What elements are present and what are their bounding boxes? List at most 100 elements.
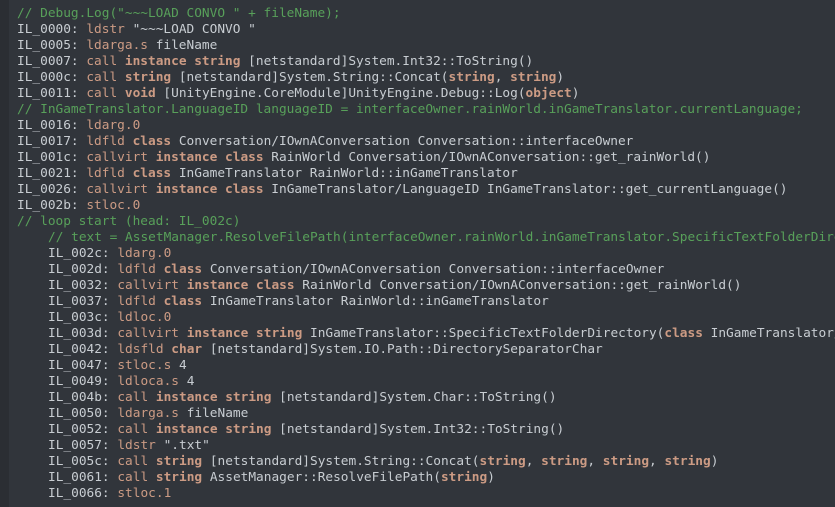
code-token-opcode: ldarg.0 [86, 118, 141, 133]
code-line[interactable]: IL_0057: ldstr ".txt" [9, 438, 835, 454]
code-line[interactable]: IL_001c: callvirt instance class RainWor… [9, 150, 835, 166]
code-token-label: IL_002b: [17, 198, 87, 213]
il-disassembly-view[interactable]: // Debug.Log("~~~LOAD CONVO " + fileName… [0, 0, 835, 507]
code-token-keyword: class [132, 134, 172, 149]
code-lines-container[interactable]: // Debug.Log("~~~LOAD CONVO " + fileName… [9, 6, 835, 507]
code-token-plain: , [649, 454, 665, 469]
code-line[interactable]: IL_002c: ldarg.0 [9, 246, 835, 262]
code-line[interactable]: IL_005c: call string [netstandard]System… [9, 454, 835, 470]
code-token-keyword: string [510, 70, 557, 85]
code-line[interactable]: IL_0066: stloc.1 [9, 486, 835, 502]
code-token-opcode: ldfld [117, 294, 156, 309]
code-token-opcode: call [117, 470, 149, 485]
code-token-keyword: string [155, 470, 203, 485]
code-token-opcode: ldarga.s [117, 406, 179, 421]
code-line[interactable]: IL_0061: call string AssetManager::Resol… [9, 470, 835, 486]
code-token-plain: Conversation/IOwnAConversation Conversat… [171, 134, 634, 149]
code-line[interactable]: IL_0011: call void [UnityEngine.CoreModu… [9, 86, 835, 102]
code-token-comment: // InGameTranslator.LanguageID languageI… [17, 102, 803, 117]
code-line[interactable]: // loop start (head: IL_002c) [9, 214, 835, 230]
code-line[interactable]: IL_0047: stloc.s 4 [9, 358, 835, 374]
code-token-plain: InGameTranslator/LanguageID) [710, 326, 835, 341]
code-token-string: ".txt" [163, 438, 210, 453]
code-token-plain: [netstandard]System.String::Concat( [171, 70, 449, 85]
code-token-plain: Conversation/IOwnAConversation Conversat… [202, 262, 665, 277]
code-token-label: IL_0049: [48, 374, 118, 389]
code-token-opcode: call [117, 390, 149, 405]
code-token-keyword: instance string [186, 326, 303, 341]
code-line[interactable]: IL_0042: ldsfld char [netstandard]System… [9, 342, 835, 358]
code-token-label: IL_0007: [17, 54, 87, 69]
code-token-label: IL_0050: [48, 406, 118, 421]
code-token-label: IL_003d: [48, 326, 118, 341]
code-token-keyword: string [479, 454, 526, 469]
code-token-plain: [UnityEngine.CoreModule]UnityEngine.Debu… [155, 86, 526, 101]
code-token-keyword: string [448, 70, 495, 85]
code-line[interactable]: IL_002d: ldfld class Conversation/IOwnAC… [9, 262, 835, 278]
code-token-keyword: instance string [155, 390, 272, 405]
code-token-label: IL_0052: [48, 422, 118, 437]
code-line[interactable]: IL_002b: stloc.0 [9, 198, 835, 214]
code-token-plain: [netstandard]System.Int32::ToString() [271, 422, 565, 437]
code-token-label: IL_005c: [48, 454, 118, 469]
code-token-keyword: string [124, 70, 172, 85]
code-line[interactable]: IL_0016: ldarg.0 [9, 118, 835, 134]
code-line[interactable]: IL_0000: ldstr "~~~LOAD CONVO " [9, 22, 835, 38]
code-token-opcode: ldloca.s [117, 374, 179, 389]
code-line[interactable]: // InGameTranslator.LanguageID languageI… [9, 102, 835, 118]
code-token-label: IL_0016: [17, 118, 87, 133]
code-token-keyword: instance string [124, 54, 241, 69]
code-token-opcode: ldarg.0 [117, 246, 172, 261]
code-line[interactable]: IL_0005: ldarga.s fileName [9, 38, 835, 54]
code-line[interactable]: // text = AssetManager.ResolveFilePath(i… [9, 230, 835, 246]
code-token-plain: InGameTranslator::SpecificTextFolderDire… [302, 326, 665, 341]
code-token-plain: 4 [178, 374, 195, 389]
code-line[interactable]: IL_0007: call instance string [netstanda… [9, 54, 835, 70]
code-token-label: IL_002c: [48, 246, 118, 261]
code-line[interactable]: IL_000c: call string [netstandard]System… [9, 70, 835, 86]
code-line[interactable]: IL_003d: callvirt instance string InGame… [9, 326, 835, 342]
code-line[interactable]: IL_003c: ldloc.0 [9, 310, 835, 326]
code-token-opcode: call [86, 54, 118, 69]
code-line[interactable]: // Debug.Log("~~~LOAD CONVO " + fileName… [9, 6, 835, 22]
code-token-keyword: instance class [155, 182, 264, 197]
code-token-label: IL_0061: [48, 470, 118, 485]
code-token-plain: [netstandard]System.String::Concat( [202, 454, 480, 469]
code-token-label: IL_0021: [17, 166, 87, 181]
code-line[interactable]: IL_004b: call instance string [netstanda… [9, 390, 835, 406]
code-token-opcode: ldsfld [117, 342, 164, 357]
code-token-opcode: call [117, 422, 149, 437]
code-line[interactable]: IL_0021: ldfld class InGameTranslator Ra… [9, 166, 835, 182]
code-token-label: IL_001c: [17, 150, 87, 165]
code-token-comment: // loop start (head: IL_002c) [17, 214, 241, 229]
code-token-string: "~~~LOAD CONVO " [132, 22, 256, 37]
code-token-opcode: ldfld [86, 134, 125, 149]
code-token-keyword: instance string [155, 422, 272, 437]
code-line[interactable]: IL_0017: ldfld class Conversation/IOwnAC… [9, 134, 835, 150]
code-line[interactable]: IL_0052: call instance string [netstanda… [9, 422, 835, 438]
code-line[interactable]: IL_0037: ldfld class InGameTranslator Ra… [9, 294, 835, 310]
code-token-opcode: callvirt [117, 326, 179, 341]
editor-gutter [0, 0, 9, 507]
code-token-plain: InGameTranslator RainWorld::inGameTransl… [202, 294, 549, 309]
code-token-plain: InGameTranslator RainWorld::inGameTransl… [171, 166, 518, 181]
code-line[interactable]: IL_0050: ldarga.s fileName [9, 406, 835, 422]
code-token-comment: // text = AssetManager.ResolveFilePath(i… [48, 230, 835, 245]
code-token-plain: RainWorld Conversation/IOwnAConversation… [263, 150, 711, 165]
code-token-keyword: string [664, 454, 711, 469]
code-line[interactable]: IL_0032: callvirt instance class RainWor… [9, 278, 835, 294]
code-line[interactable]: IL_0049: ldloca.s 4 [9, 374, 835, 390]
code-token-keyword: char [171, 342, 203, 357]
code-token-plain: fileName [178, 406, 249, 421]
code-token-plain: InGameTranslator/LanguageID InGameTransl… [263, 182, 788, 197]
code-line[interactable]: IL_0026: callvirt instance class InGameT… [9, 182, 835, 198]
code-token-opcode: callvirt [86, 150, 148, 165]
